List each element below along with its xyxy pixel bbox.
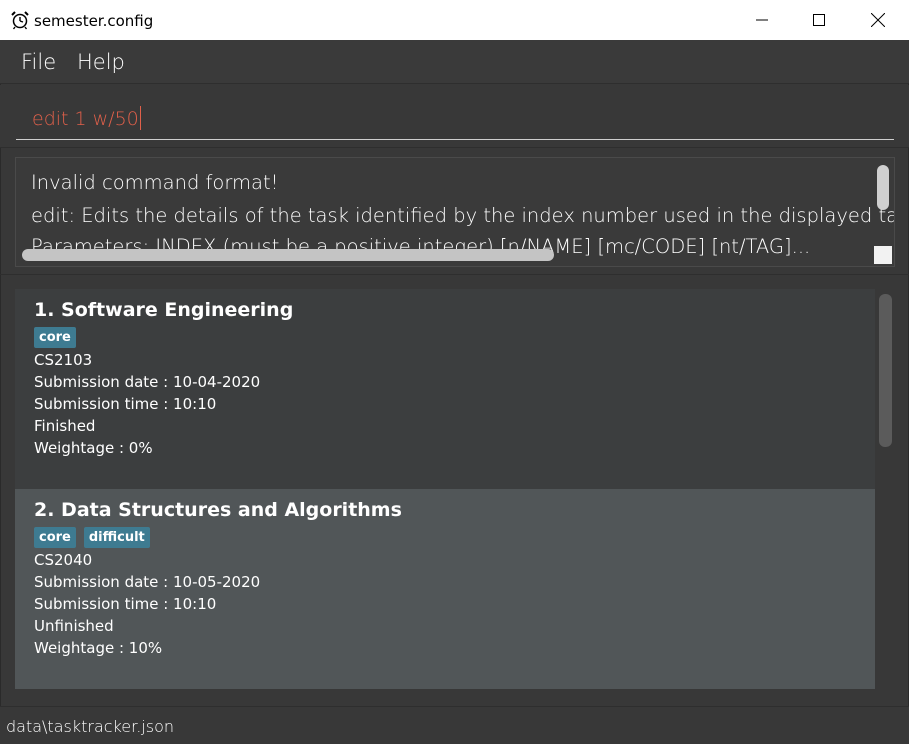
save-location: data\tasktracker.json (6, 717, 175, 736)
submission-time: Submission time : 10:10 (34, 595, 217, 613)
text-caret (139, 106, 141, 130)
submission-date: Submission date : 10-05-2020 (34, 573, 261, 591)
weightage: Weightage : 0% (34, 439, 153, 457)
result-vertical-scrollbar[interactable] (877, 165, 889, 210)
result-horizontal-scrollbar[interactable] (22, 249, 554, 261)
module-code: CS2103 (34, 351, 93, 369)
task-list-scrollbar[interactable] (879, 294, 892, 447)
tag-badge: core (34, 527, 76, 548)
tag-badge: difficult (83, 527, 150, 548)
alarm-clock-icon (10, 10, 30, 30)
close-button[interactable] (849, 0, 907, 40)
module-code: CS2040 (34, 551, 93, 569)
window-title: semester.config (34, 12, 154, 30)
task-title: 1. Software Engineering (34, 299, 294, 321)
task-status: Finished (34, 417, 96, 435)
status-bar: data\tasktracker.json (0, 706, 909, 744)
menu-file[interactable]: File (21, 50, 56, 74)
result-line: edit: Edits the details of the task iden… (31, 204, 895, 227)
command-input[interactable]: edit 1 w/50 (16, 96, 894, 140)
submission-time: Submission time : 10:10 (34, 395, 217, 413)
task-title: 2. Data Structures and Algorithms (34, 499, 402, 521)
divider (0, 147, 909, 148)
minimize-button[interactable] (733, 0, 791, 40)
task-status: Unfinished (34, 617, 114, 635)
tag-list: core (34, 327, 76, 348)
divider (0, 274, 909, 275)
title-bar: semester.config (0, 0, 909, 40)
result-line: Invalid command format! (31, 171, 279, 194)
minimize-icon (756, 19, 768, 21)
maximize-button[interactable] (790, 0, 848, 40)
command-text: edit 1 w/50 (32, 108, 139, 130)
submission-date: Submission date : 10-04-2020 (34, 373, 261, 391)
menu-bar: File Help (0, 40, 909, 84)
tag-list: core difficult (34, 527, 150, 548)
scrollbar-corner (874, 246, 892, 264)
close-icon (871, 13, 885, 27)
tag-badge: core (34, 327, 76, 348)
menu-help[interactable]: Help (77, 50, 125, 74)
maximize-icon (813, 14, 825, 26)
task-card[interactable]: 1. Software Engineering core CS2103 Subm… (15, 289, 875, 489)
task-list: 1. Software Engineering core CS2103 Subm… (15, 289, 875, 689)
task-card[interactable]: 2. Data Structures and Algorithms core d… (15, 489, 875, 689)
weightage: Weightage : 10% (34, 639, 163, 657)
